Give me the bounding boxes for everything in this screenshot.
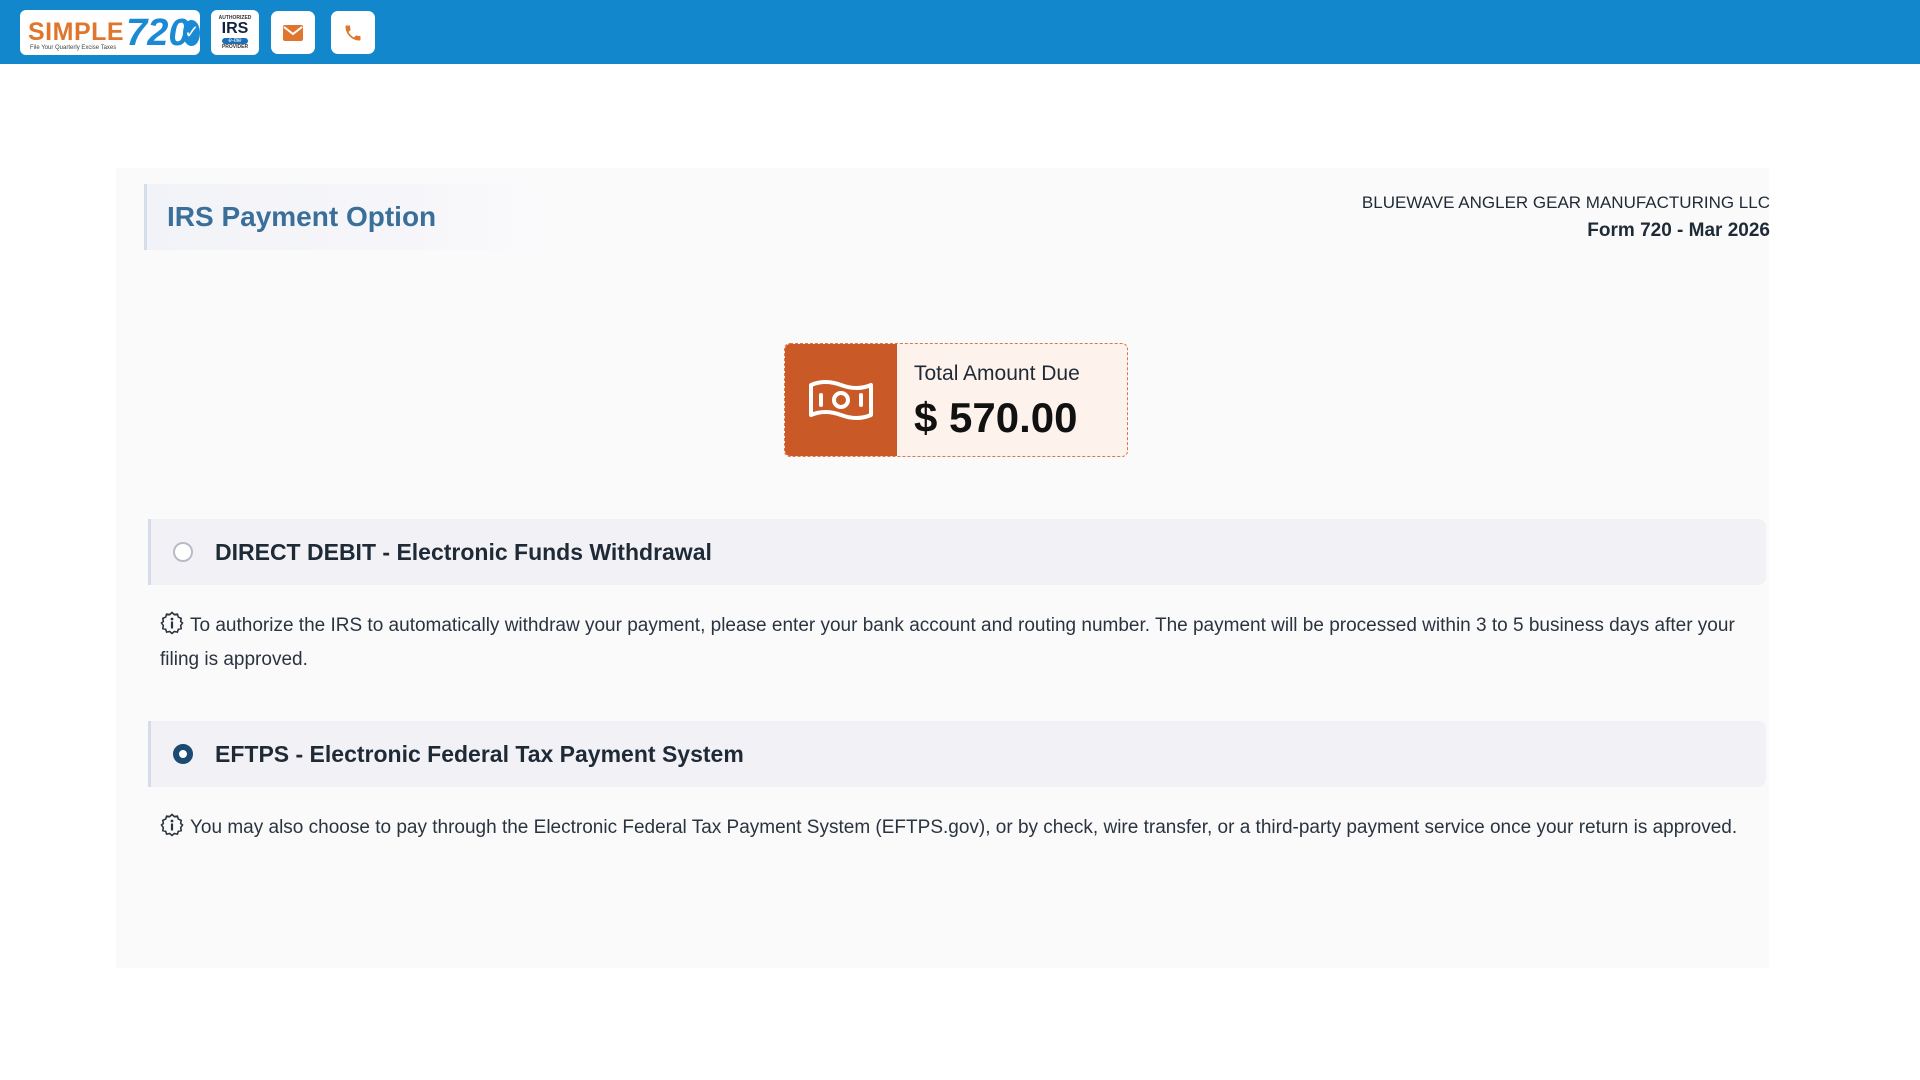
page-title: IRS Payment Option — [167, 201, 437, 232]
logo-tagline: File Your Quarterly Excise Taxes — [30, 45, 117, 51]
direct-debit-note: To authorize the IRS to automatically wi… — [160, 609, 1750, 677]
logo-number: 720 — [126, 11, 190, 54]
form-period: Form 720 - Mar 2026 — [1587, 220, 1770, 241]
phone-icon — [345, 25, 361, 40]
eftps-radio[interactable] — [173, 744, 193, 764]
check-icon: ✓ — [183, 19, 200, 46]
phone-button[interactable] — [331, 11, 375, 54]
eftps-label: EFTPS - Electronic Federal Tax Payment S… — [215, 741, 744, 767]
amount-value: $ 570.00 — [914, 394, 1078, 441]
envelope-icon — [283, 24, 303, 41]
page-title-box: IRS Payment Option — [144, 184, 567, 250]
irs-efile-badge: AUTHORIZED IRS e-file PROVIDER — [211, 10, 259, 55]
amount-icon-block — [785, 344, 897, 456]
direct-debit-label: DIRECT DEBIT - Electronic Funds Withdraw… — [215, 539, 712, 565]
total-amount-due-card: Total Amount Due $ 570.00 — [784, 343, 1128, 457]
eftps-note: You may also choose to pay through the E… — [160, 811, 1750, 845]
amount-label: Total Amount Due — [914, 362, 1080, 385]
company-name: BLUEWAVE ANGLER GEAR MANUFACTURING LLC — [1361, 193, 1770, 212]
logo-word: SIMPLE — [28, 18, 125, 46]
simple720-logo[interactable]: SIMPLE 720 ✓ File Your Quarterly Excise … — [20, 10, 200, 55]
option-direct-debit[interactable]: DIRECT DEBIT - Electronic Funds Withdraw… — [148, 519, 1766, 585]
eftps-note-text: You may also choose to pay through the E… — [190, 817, 1738, 838]
option-eftps[interactable]: EFTPS - Electronic Federal Tax Payment S… — [148, 721, 1766, 787]
direct-debit-radio[interactable] — [173, 542, 193, 562]
info-icon — [160, 813, 184, 837]
money-bill-icon — [809, 380, 873, 420]
email-button[interactable] — [271, 11, 315, 54]
irs-badge-bottom: PROVIDER — [221, 44, 249, 50]
direct-debit-note-text: To authorize the IRS to automatically wi… — [160, 615, 1735, 670]
irs-badge-main: IRS — [221, 20, 249, 37]
info-icon — [160, 611, 184, 635]
top-bar: SIMPLE 720 ✓ File Your Quarterly Excise … — [0, 0, 1920, 64]
